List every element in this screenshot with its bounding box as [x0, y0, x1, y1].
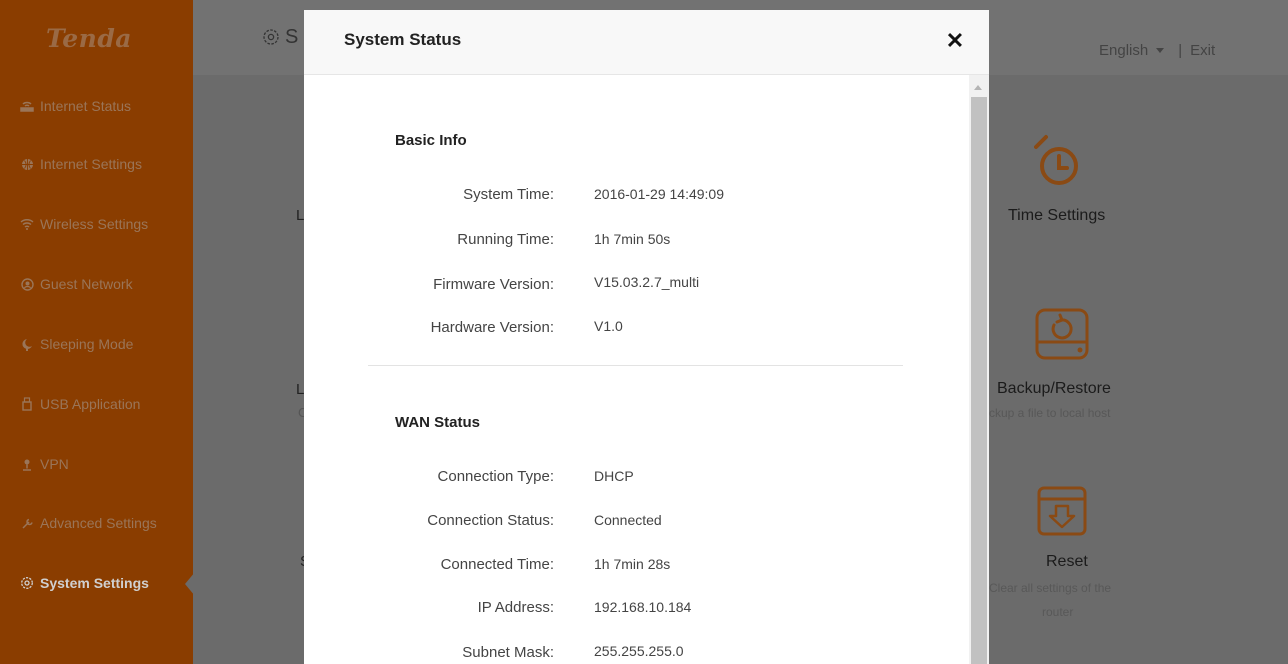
system-status-modal: System Status ✕ Basic Info System Time: … [304, 10, 989, 664]
header-separator: | [1178, 42, 1183, 59]
header-controls: English | Exit [1099, 42, 1215, 59]
sidebar-item-usb-application[interactable]: USB Application [0, 374, 193, 434]
sidebar-item-label: Internet Settings [40, 156, 142, 172]
guest-icon [20, 277, 34, 291]
subnet-mask-value: 255.255.255.0 [594, 643, 684, 659]
hardware-version-label: Hardware Version: [430, 319, 554, 336]
wrench-icon [20, 516, 34, 530]
globe-icon [20, 157, 34, 171]
reset-title[interactable]: Reset [1046, 553, 1088, 571]
router-icon [20, 99, 34, 113]
connection-status-label: Connection Status: [427, 512, 554, 529]
firmware-version-label: Firmware Version: [433, 276, 554, 293]
vpn-icon [20, 457, 34, 471]
reset-desc-line-2: router [1042, 605, 1074, 619]
sidebar-item-label: Sleeping Mode [40, 336, 134, 352]
scroll-thumb[interactable] [971, 97, 987, 664]
usb-icon [20, 397, 34, 411]
sidebar-item-label: VPN [40, 456, 69, 472]
reset-desc: Clear all settings of the [989, 581, 1139, 595]
moon-icon [20, 337, 34, 351]
wan-status-title: WAN Status [395, 414, 481, 431]
ip-address-value: 192.168.10.184 [594, 599, 692, 615]
connection-type-value: DHCP [594, 468, 634, 484]
reset-desc-line-1: Clear all settings of the [989, 581, 1112, 595]
tenda-logo: Tenda [46, 24, 132, 53]
modal-header: System Status ✕ [304, 10, 989, 75]
system-time-label: System Time: [463, 186, 554, 203]
sidebar-item-label: Internet Status [40, 98, 132, 114]
running-time-value: 1h 7min 50s [594, 231, 671, 247]
sidebar-item-wireless-settings[interactable]: Wireless Settings [0, 194, 193, 254]
modal-scrollbar[interactable] [969, 75, 989, 664]
wifi-icon [20, 217, 34, 231]
backup-restore-title[interactable]: Backup/Restore [997, 380, 1111, 398]
sidebar-item-label: Wireless Settings [40, 216, 149, 232]
running-time-label: Running Time: [457, 231, 554, 248]
firmware-version-value: V15.03.2.7_multi [594, 274, 700, 290]
sidebar-item-system-settings[interactable]: System Settings [0, 553, 193, 613]
time-settings-title[interactable]: Time Settings [1008, 207, 1105, 225]
chevron-down-icon[interactable] [1156, 47, 1165, 53]
backup-icon[interactable] [1034, 306, 1090, 367]
sidebar-item-vpn[interactable]: VPN [0, 434, 193, 494]
sidebar-item-internet-status[interactable]: Internet Status [0, 76, 193, 136]
settings-gear-icon [262, 28, 280, 46]
modal-title: System Status [344, 30, 462, 49]
sidebar-item-advanced-settings[interactable]: Advanced Settings [0, 493, 193, 553]
sidebar-item-label: System Settings [40, 575, 149, 591]
sidebar-item-label: Advanced Settings [40, 515, 157, 531]
clock-icon[interactable] [1034, 133, 1078, 192]
subnet-mask-label: Subnet Mask: [462, 644, 554, 661]
connected-time-label: Connected Time: [440, 556, 554, 573]
connection-type-label: Connection Type: [437, 468, 554, 485]
reset-icon[interactable] [1036, 485, 1088, 542]
close-icon[interactable]: ✕ [944, 30, 966, 52]
connected-time-value: 1h 7min 28s [594, 556, 671, 572]
page-title: S [285, 26, 299, 48]
exit-link[interactable]: Exit [1190, 42, 1215, 59]
sidebar-item-label: Guest Network [40, 276, 133, 292]
basic-info-title: Basic Info [395, 132, 467, 149]
hardware-version-value: V1.0 [594, 318, 623, 334]
sidebar-item-guest-network[interactable]: Guest Network [0, 254, 193, 314]
connection-status-value: Connected [594, 512, 662, 528]
ip-address-label: IP Address: [477, 599, 554, 616]
sidebar: Tenda Internet Status Internet Settings … [0, 0, 193, 664]
section-divider [368, 365, 903, 366]
gear-icon [20, 576, 34, 590]
sidebar-item-label: USB Application [40, 396, 141, 412]
system-time-value: 2016-01-29 14:49:09 [594, 186, 724, 202]
sidebar-item-internet-settings[interactable]: Internet Settings [0, 134, 193, 194]
scroll-up-arrow-icon[interactable] [974, 85, 982, 90]
language-select[interactable]: English [1099, 42, 1148, 59]
backup-restore-desc: ckup a file to local host [989, 406, 1111, 420]
sidebar-item-sleeping-mode[interactable]: Sleeping Mode [0, 314, 193, 374]
